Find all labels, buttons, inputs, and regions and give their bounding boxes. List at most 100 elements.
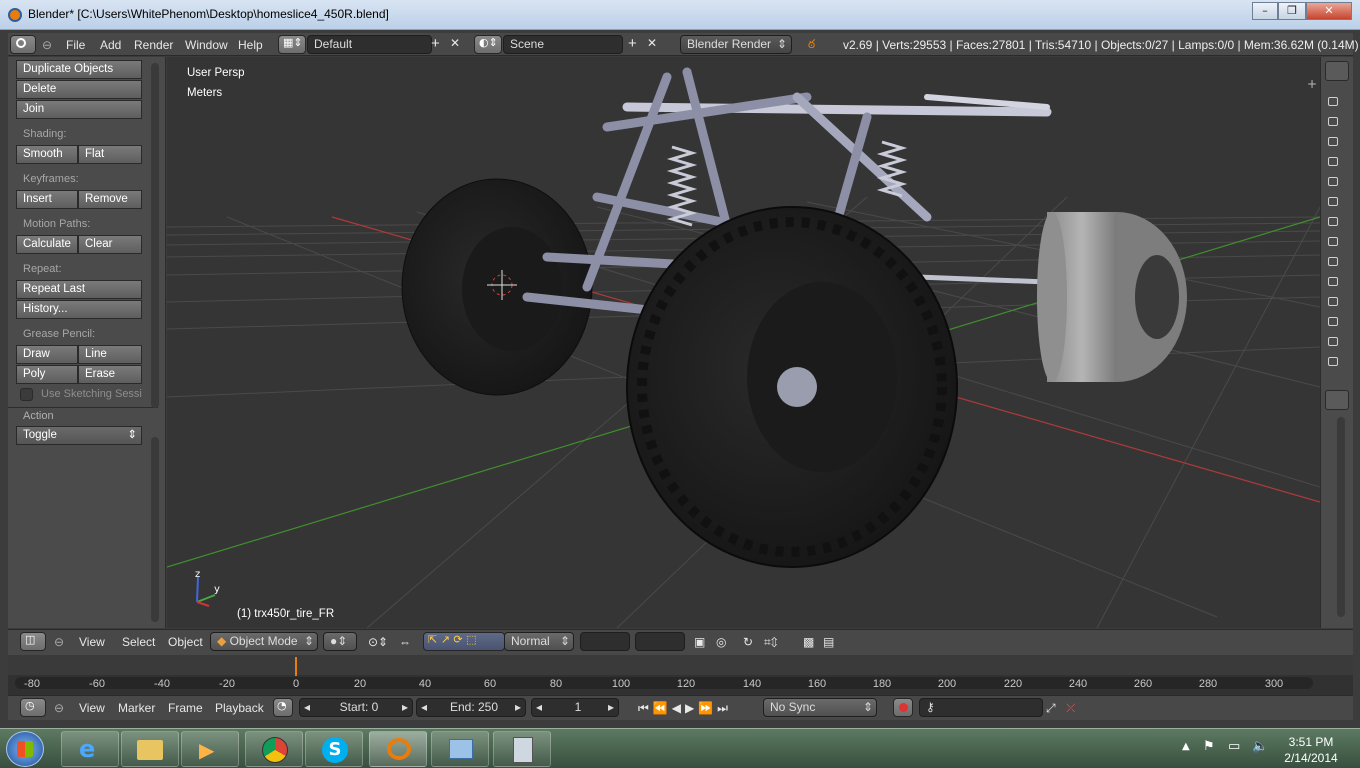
rear-right-wheel[interactable] [1037, 212, 1187, 382]
start-button[interactable] [6, 731, 44, 767]
snap-icon[interactable]: ↻ [743, 635, 753, 649]
timeline-scrollbar[interactable] [15, 677, 1313, 689]
material-tab-icon[interactable] [1328, 257, 1338, 266]
collapse-menu-icon[interactable]: ⊖ [54, 701, 64, 715]
transform-manipulators[interactable]: ⇱ ↗ ⟳ ⬚ [423, 632, 505, 651]
increment-icon[interactable]: ▸ [515, 699, 521, 716]
render-tab-icon[interactable] [1328, 97, 1338, 106]
taskbar-chrome[interactable] [245, 731, 303, 767]
render-still-icon[interactable]: ▩ [803, 635, 814, 649]
maximize-button[interactable]: ❐ [1278, 2, 1306, 20]
toolshelf-scrollbar[interactable] [151, 63, 159, 408]
light-tab-icon[interactable] [1328, 357, 1338, 366]
history-button[interactable]: History... [16, 300, 142, 319]
rear-left-tire[interactable] [401, 178, 593, 396]
3d-viewport[interactable]: User Persp Meters y z (1) trx450r_tire_F… [167, 57, 1320, 628]
auto-keyframe-button[interactable] [893, 698, 913, 717]
properties-scrollbar[interactable] [1337, 417, 1345, 617]
world-tab-icon[interactable] [1328, 157, 1338, 166]
increment-icon[interactable]: ▸ [608, 699, 614, 716]
scene-layers-2[interactable] [635, 632, 685, 651]
flat-shading-button[interactable]: Flat [78, 145, 142, 164]
sync-mode-select[interactable]: No Sync ⇕ [763, 698, 877, 717]
menu-render[interactable]: Render [134, 38, 173, 52]
current-frame-field[interactable]: ◂ 1 ▸ [531, 698, 619, 717]
data-tab-icon[interactable] [1328, 237, 1338, 246]
remove-scene-icon[interactable]: ✕ [647, 36, 657, 50]
modifiers-tab-icon[interactable] [1328, 217, 1338, 226]
viewport-shading-select[interactable]: ●⇕ [323, 632, 357, 651]
network-icon[interactable]: ▭ [1228, 739, 1240, 754]
timeline-view-menu[interactable]: View [79, 701, 105, 715]
minimize-button[interactable]: – [1252, 2, 1278, 20]
grease-draw-button[interactable]: Draw [16, 345, 78, 364]
layer-lock-icon[interactable]: ▣ [694, 635, 705, 649]
remove-keyframe-button[interactable]: Remove [78, 190, 142, 209]
camera-tab-icon[interactable] [1328, 337, 1338, 346]
render-anim-icon[interactable]: ▤ [823, 635, 834, 649]
add-scene-icon[interactable]: + [628, 35, 637, 52]
toggle-select[interactable]: Toggle ⇕ [16, 426, 142, 445]
pivot-point-icon[interactable]: ⊙⇕ [368, 635, 388, 649]
delete-keyframe-icon[interactable]: ⤫ [1066, 701, 1076, 716]
manipulator-icon[interactable]: ⇔ [399, 635, 411, 649]
start-frame-field[interactable]: ◂ Start: 0 ▸ [299, 698, 413, 717]
scene-layers-1[interactable] [580, 632, 630, 651]
remove-layout-icon[interactable]: ✕ [450, 36, 460, 50]
transform-orientation-select[interactable]: Normal ⇕ [504, 632, 574, 651]
timeline-area[interactable]: -80 -60 -40 -20 0 20 40 60 80 100 120 14… [8, 655, 1353, 695]
object-tab-icon[interactable] [1328, 177, 1338, 186]
taskbar-skype[interactable]: S [305, 731, 363, 767]
screen-layout-field[interactable]: Default [307, 35, 432, 54]
delete-button[interactable]: Delete [16, 80, 142, 99]
marker-menu[interactable]: Marker [118, 701, 155, 715]
insert-keyframe-button[interactable]: Insert [16, 190, 78, 209]
taskbar-media-player[interactable]: ▶ [181, 731, 239, 767]
taskbar-internet-explorer[interactable]: e [61, 731, 119, 767]
editor-type-info-button[interactable] [10, 35, 36, 54]
viewport-scene[interactable] [167, 57, 1320, 628]
snap-element-icon[interactable]: ⌗⇕ [764, 635, 778, 650]
keying-set-field[interactable]: ⚷ [919, 698, 1043, 717]
render-engine-select[interactable]: Blender Render ⇕ [680, 35, 792, 54]
repeat-last-button[interactable]: Repeat Last [16, 280, 142, 299]
particles-tab-icon[interactable] [1328, 297, 1338, 306]
grease-erase-button[interactable]: Erase [78, 365, 142, 384]
taskbar-control-panel[interactable] [431, 731, 489, 767]
insert-keyframe-icon[interactable]: ⤢ [1046, 701, 1056, 716]
increment-icon[interactable]: ▸ [402, 699, 408, 716]
collapse-menu-icon[interactable]: ⊖ [42, 38, 52, 52]
grease-poly-button[interactable]: Poly [16, 365, 78, 384]
close-window-button[interactable]: ✕ [1306, 2, 1352, 20]
select-menu[interactable]: Select [122, 635, 155, 649]
add-layout-icon[interactable]: + [431, 35, 440, 52]
system-clock[interactable]: 3:51 PM 2/14/2014 [1283, 734, 1339, 766]
menu-help[interactable]: Help [238, 38, 263, 52]
playback-menu[interactable]: Playback [215, 701, 264, 715]
outliner-editor-button[interactable] [1325, 61, 1349, 81]
scene-button[interactable]: ◐⇕ [474, 35, 502, 54]
taskbar-calculator[interactable] [493, 731, 551, 767]
action-center-icon[interactable]: ⚑ [1203, 739, 1215, 754]
menu-add[interactable]: Add [100, 38, 121, 52]
current-frame-marker[interactable] [295, 657, 297, 676]
end-frame-field[interactable]: ◂ End: 250 ▸ [416, 698, 526, 717]
join-button[interactable]: Join [16, 100, 142, 119]
decrement-icon[interactable]: ◂ [304, 699, 310, 716]
duplicate-objects-button[interactable]: Duplicate Objects [16, 60, 142, 79]
physics-tab-icon[interactable] [1328, 317, 1338, 326]
layers-tab-icon[interactable] [1328, 117, 1338, 126]
menu-file[interactable]: File [66, 38, 85, 52]
clear-paths-button[interactable]: Clear [78, 235, 142, 254]
playback-controls[interactable]: ⏮⏪◀▶⏩⏭ [638, 701, 732, 716]
calculate-paths-button[interactable]: Calculate [16, 235, 78, 254]
taskbar-file-explorer[interactable] [121, 731, 179, 767]
mode-select[interactable]: ◆ Object Mode ⇕ [210, 632, 318, 651]
use-sketching-checkbox[interactable] [20, 388, 33, 401]
show-hidden-icons[interactable]: ▲ [1182, 741, 1190, 752]
object-menu[interactable]: Object [168, 635, 203, 649]
scene-field[interactable]: Scene [503, 35, 623, 54]
preview-range-button[interactable]: ◔ [273, 698, 293, 717]
decrement-icon[interactable]: ◂ [536, 699, 542, 716]
grease-line-button[interactable]: Line [78, 345, 142, 364]
